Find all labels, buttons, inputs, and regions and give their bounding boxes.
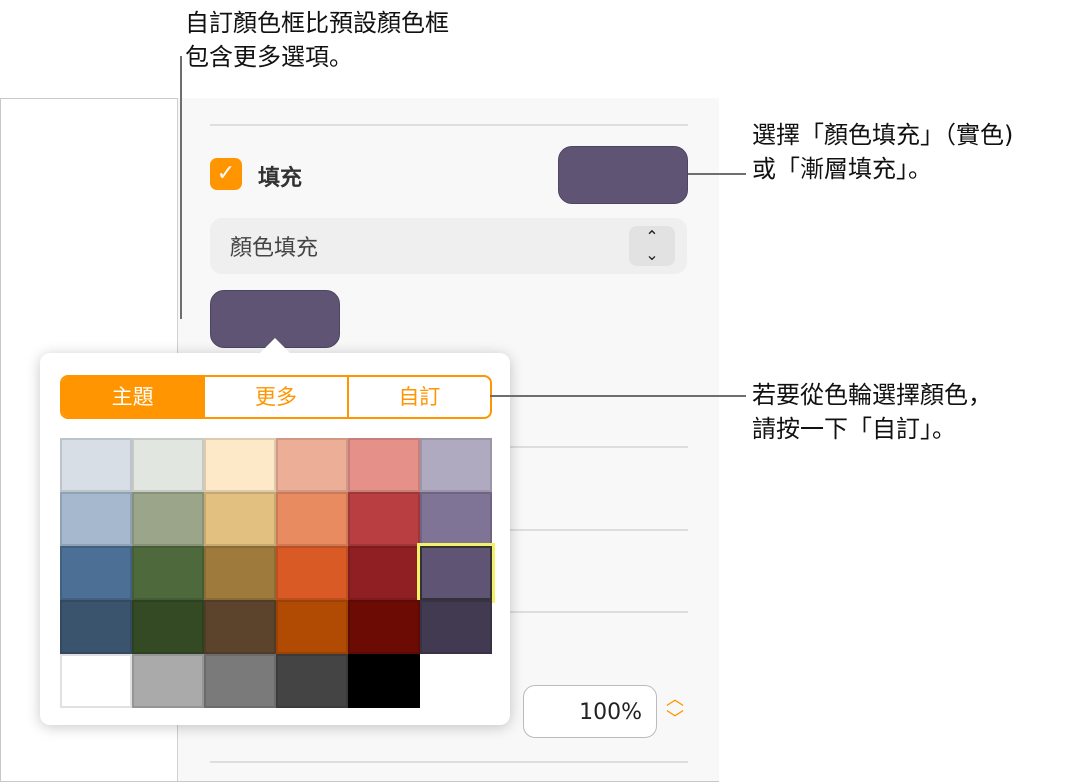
color-swatch[interactable]: [420, 600, 492, 654]
callout-line: 若要從色輪選擇顏色，: [752, 378, 992, 412]
fill-label: 填充: [258, 160, 302, 192]
color-swatch[interactable]: [60, 546, 132, 600]
fill-type-value: 顏色填充: [230, 230, 318, 262]
color-swatch[interactable]: [60, 600, 132, 654]
color-swatch[interactable]: [420, 438, 492, 492]
color-swatch[interactable]: [420, 546, 492, 600]
leader-line: [180, 98, 182, 319]
divider: [210, 761, 688, 763]
color-swatch[interactable]: [204, 600, 276, 654]
color-swatch[interactable]: [60, 438, 132, 492]
color-swatch[interactable]: [132, 546, 204, 600]
color-tabs: 主題 更多 自訂: [60, 375, 492, 419]
color-swatch[interactable]: [348, 600, 420, 654]
color-swatch[interactable]: [348, 492, 420, 546]
color-swatch[interactable]: [276, 438, 348, 492]
color-swatch[interactable]: [132, 492, 204, 546]
color-swatch[interactable]: [204, 492, 276, 546]
color-swatch[interactable]: [132, 654, 204, 708]
leader-line: [688, 173, 746, 175]
callout-line: 或「漸層填充」。: [752, 152, 1013, 186]
color-swatch[interactable]: [348, 438, 420, 492]
opacity-field[interactable]: 100%: [523, 685, 657, 738]
color-swatch[interactable]: [348, 546, 420, 600]
color-swatch[interactable]: [204, 546, 276, 600]
fill-type-popup[interactable]: 顏色填充 ⌃⌄: [210, 218, 687, 274]
color-swatch[interactable]: [420, 492, 492, 546]
callout-line: 自訂顏色框比預設顏色框: [185, 6, 449, 40]
callout-custom-color: 自訂顏色框比預設顏色框 包含更多選項。: [185, 6, 449, 74]
chevron-updown-icon: ⌃⌄: [629, 226, 675, 266]
tab-more[interactable]: 更多: [205, 377, 348, 417]
color-swatch[interactable]: [204, 438, 276, 492]
tab-theme[interactable]: 主題: [62, 377, 205, 417]
callout-line: 選擇「顏色填充」（實色): [752, 118, 1013, 152]
color-swatch[interactable]: [276, 492, 348, 546]
color-swatch[interactable]: [276, 600, 348, 654]
color-swatch[interactable]: [276, 654, 348, 708]
color-swatch[interactable]: [60, 492, 132, 546]
divider: [210, 124, 688, 126]
fill-checkbox[interactable]: ✓: [210, 158, 242, 190]
color-swatch[interactable]: [348, 654, 420, 708]
tab-custom[interactable]: 自訂: [349, 377, 490, 417]
color-swatch[interactable]: [204, 654, 276, 708]
callout-fill-type: 選擇「顏色填充」（實色) 或「漸層填充」。: [752, 118, 1013, 186]
callout-custom-tab: 若要從色輪選擇顏色， 請按一下「自訂」。: [752, 378, 992, 446]
callout-line: 包含更多選項。: [185, 40, 449, 74]
opacity-stepper[interactable]: ︿﹀: [666, 690, 684, 730]
color-swatch[interactable]: [132, 600, 204, 654]
callout-line: 請按一下「自訂」。: [752, 412, 992, 446]
popover-arrow: [259, 338, 291, 354]
color-swatch[interactable]: [60, 654, 132, 708]
fill-color-well[interactable]: [558, 146, 688, 204]
color-swatch[interactable]: [132, 438, 204, 492]
leader-line: [490, 395, 746, 397]
color-swatch[interactable]: [276, 546, 348, 600]
